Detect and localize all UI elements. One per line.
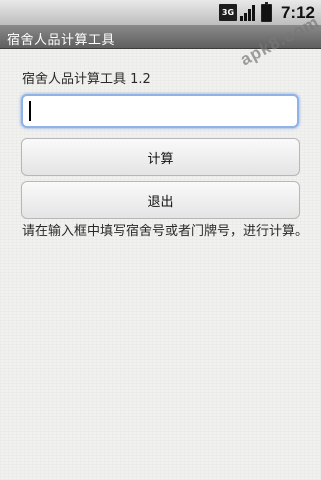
- title-bar: 宿舍人品计算工具: [0, 25, 321, 49]
- app-title: 宿舍人品计算工具: [7, 33, 116, 48]
- signal-icon: [239, 4, 258, 21]
- dorm-number-input[interactable]: [21, 94, 299, 128]
- calculate-button[interactable]: 计算: [21, 138, 300, 176]
- text-cursor: [29, 101, 31, 121]
- app-header-label: 宿舍人品计算工具 1.2: [22, 72, 151, 87]
- network-3g-icon: 3G: [218, 4, 237, 21]
- status-bar: 3G 7:12: [0, 0, 321, 25]
- status-icons: 3G 7:12: [218, 0, 315, 25]
- clock: 7:12: [280, 2, 315, 22]
- battery-icon: [260, 1, 272, 22]
- exit-button[interactable]: 退出: [21, 181, 300, 219]
- instruction-text: 请在输入框中填写宿舍号或者门牌号，进行计算。: [22, 224, 309, 239]
- network-type: 3G: [221, 7, 235, 17]
